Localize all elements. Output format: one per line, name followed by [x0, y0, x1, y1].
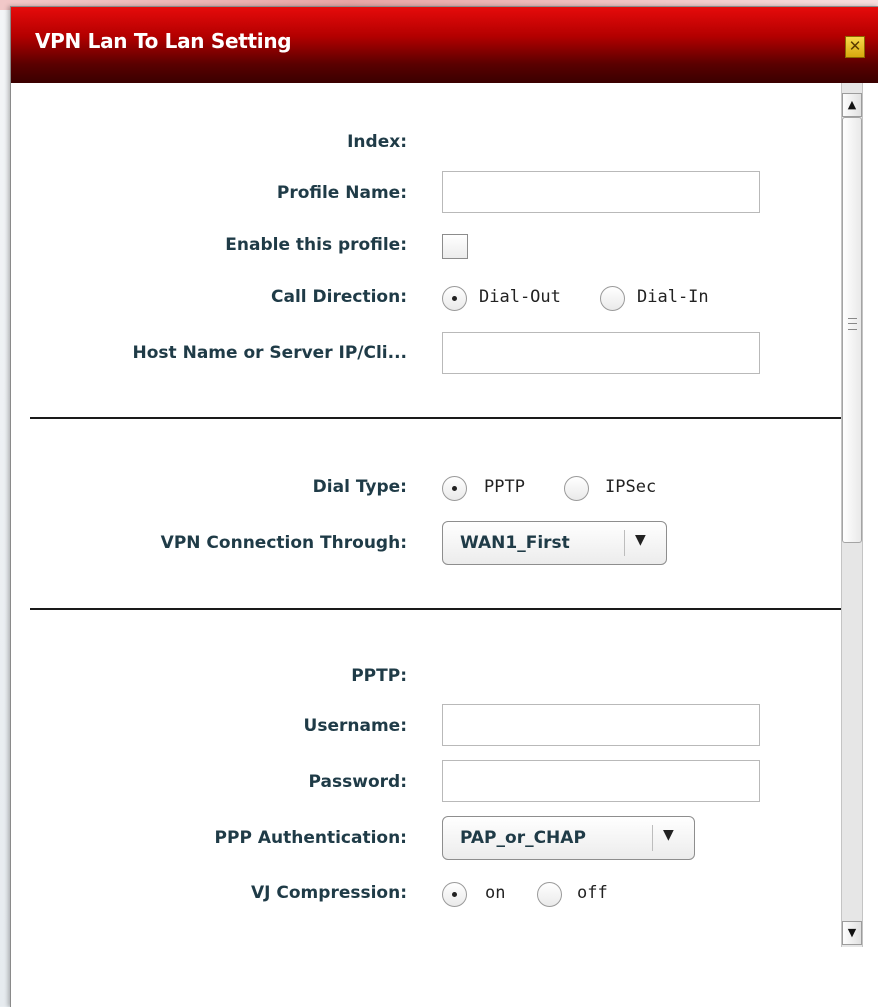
profile-name-label: Profile Name: [276, 183, 407, 203]
section-divider [30, 608, 842, 610]
dial-out-radio[interactable] [442, 286, 467, 311]
enable-profile-checkbox[interactable] [442, 234, 468, 259]
dial-in-label: Dial-In [637, 287, 709, 307]
vertical-scrollbar[interactable]: ▲ ▼ [841, 83, 863, 947]
vpn-through-value: WAN1_First [460, 533, 570, 553]
pptp-radio-label: PPTP [484, 477, 525, 497]
select-separator [624, 530, 625, 556]
enable-profile-label: Enable this profile: [225, 235, 407, 255]
dialog-title: VPN Lan To Lan Setting [35, 29, 292, 53]
scroll-up-icon[interactable]: ▲ [842, 93, 862, 117]
ppp-auth-select[interactable]: PAP_or_CHAP ▼ [442, 816, 695, 860]
username-input[interactable] [442, 704, 760, 746]
scrollbar-thumb[interactable] [842, 117, 862, 543]
password-label: Password: [308, 772, 407, 792]
host-name-input[interactable] [442, 332, 760, 374]
profile-name-input[interactable] [442, 171, 760, 213]
close-icon[interactable]: ✕ [845, 36, 865, 58]
chevron-down-icon: ▼ [663, 827, 674, 843]
pptp-section-label: PPTP: [351, 666, 407, 686]
ipsec-radio-label: IPSec [605, 477, 657, 497]
grip-icon [848, 318, 857, 330]
vj-off-label: off [577, 883, 608, 903]
section-divider [30, 417, 842, 419]
vpn-through-label: VPN Connection Through: [160, 533, 407, 553]
username-label: Username: [303, 716, 407, 736]
ppp-auth-label: PPP Authentication: [214, 828, 407, 848]
dialog-titlebar: VPN Lan To Lan Setting ✕ [11, 7, 878, 83]
ppp-auth-value: PAP_or_CHAP [460, 828, 586, 848]
vj-compression-label: VJ Compression: [251, 883, 407, 903]
password-input[interactable] [442, 760, 760, 802]
dial-type-label: Dial Type: [312, 477, 407, 497]
dialog-body: Index: Profile Name: Enable this profile… [11, 83, 878, 1007]
select-separator [652, 825, 653, 851]
chevron-down-icon: ▼ [635, 532, 646, 548]
index-label: Index: [347, 132, 407, 152]
vj-on-radio[interactable] [442, 882, 467, 907]
vpn-dialog: VPN Lan To Lan Setting ✕ Index: Profile … [10, 6, 878, 1007]
vj-on-label: on [485, 883, 506, 903]
ipsec-radio[interactable] [564, 476, 589, 501]
pptp-radio[interactable] [442, 476, 467, 501]
call-direction-label: Call Direction: [271, 287, 407, 307]
scroll-down-icon[interactable]: ▼ [842, 921, 862, 945]
host-name-label: Host Name or Server IP/Cli... [132, 343, 407, 363]
vpn-through-select[interactable]: WAN1_First ▼ [442, 521, 667, 565]
dial-out-label: Dial-Out [479, 287, 561, 307]
vj-off-radio[interactable] [537, 882, 562, 907]
dial-in-radio[interactable] [600, 286, 625, 311]
